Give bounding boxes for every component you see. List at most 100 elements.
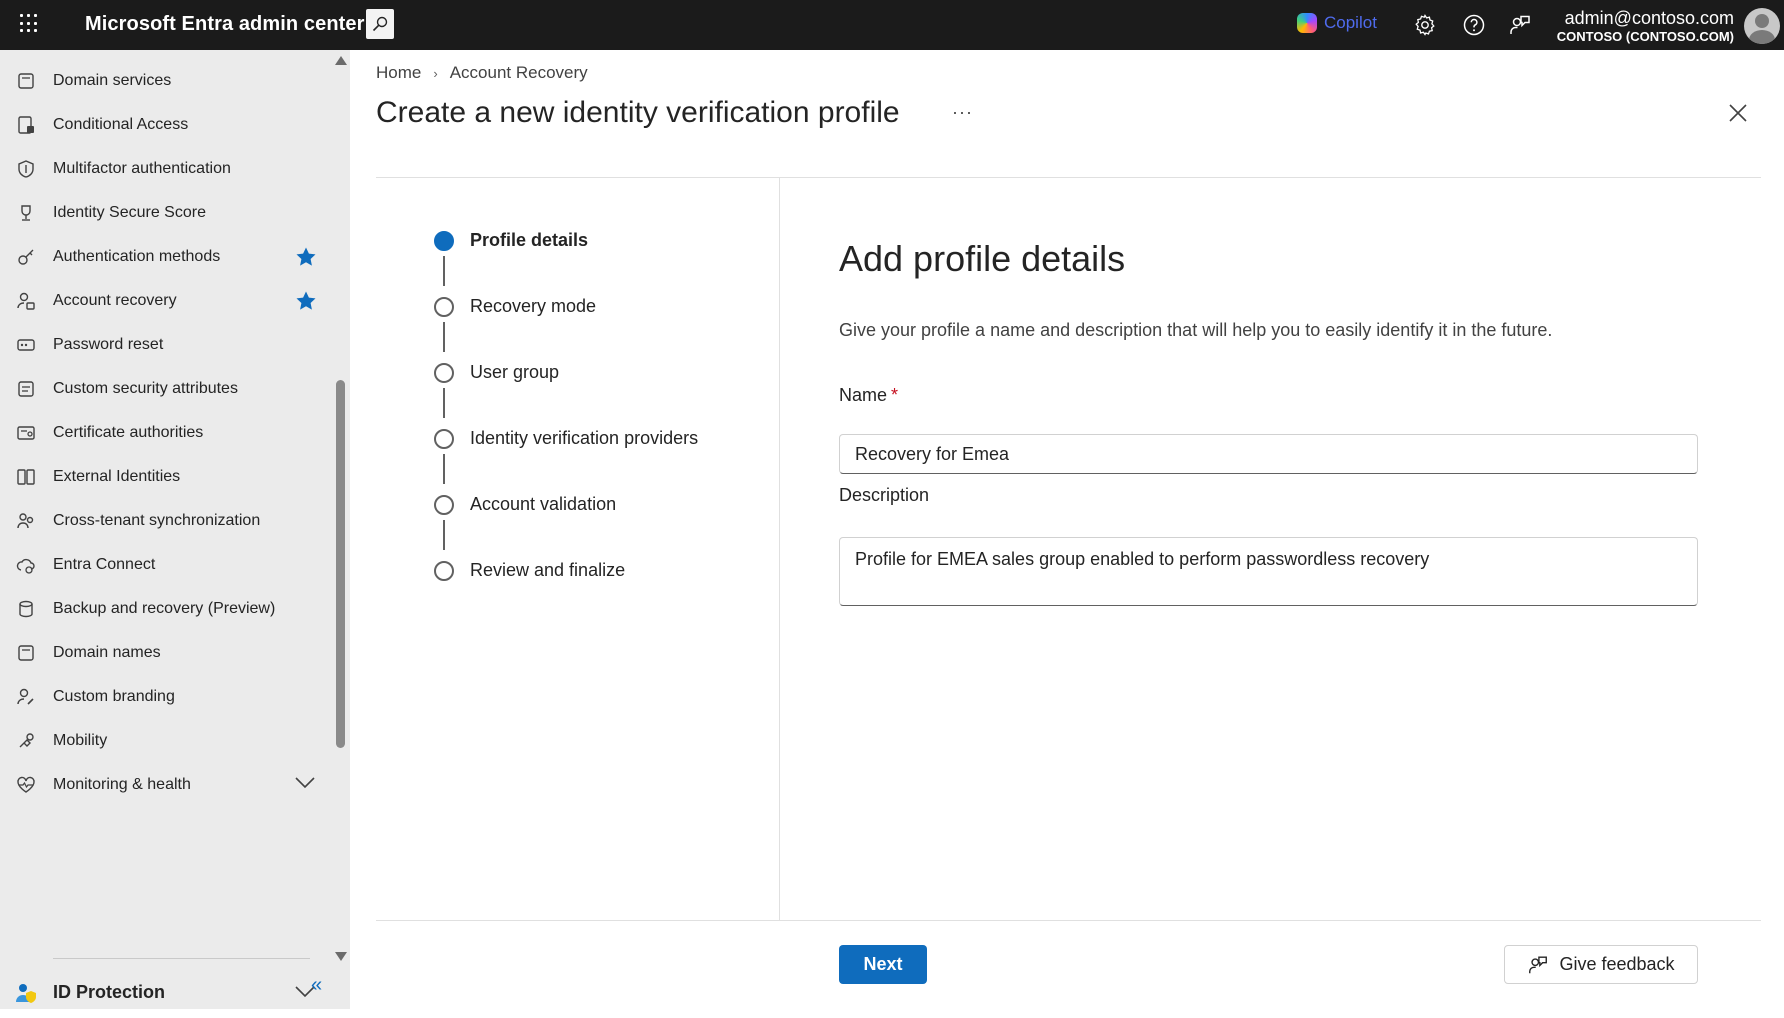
sidebar-item-multifactor-authentication[interactable]: Multifactor authentication	[0, 144, 330, 194]
sidebar-item-identity-secure-score[interactable]: Identity Secure Score	[0, 188, 330, 238]
id-protection-label: ID Protection	[53, 982, 166, 1002]
sidebar-item-label: Domain names	[53, 644, 161, 661]
conditional-access-icon	[18, 116, 34, 134]
step-connector	[443, 388, 445, 418]
footer-divider	[376, 920, 1761, 921]
sidebar-item-label: Account recovery	[53, 292, 177, 309]
app-launcher-icon[interactable]	[20, 14, 40, 34]
breadcrumb-account-recovery[interactable]: Account Recovery	[450, 63, 588, 83]
required-indicator: *	[891, 385, 899, 405]
search-button[interactable]	[366, 9, 394, 39]
sidebar-item-label: Conditional Access	[53, 116, 189, 133]
sidebar-item-label: Backup and recovery (Preview)	[53, 600, 276, 617]
settings-gear-icon[interactable]	[1413, 13, 1437, 37]
avatar[interactable]	[1744, 8, 1780, 44]
sidebar-item-label: Multifactor authentication	[53, 160, 231, 177]
app-title[interactable]: Microsoft Entra admin center	[85, 13, 365, 36]
name-label-text: Name	[839, 385, 888, 405]
scroll-up-arrow-icon[interactable]	[335, 56, 347, 65]
paint-person-icon	[17, 688, 34, 705]
scrollbar-thumb[interactable]	[336, 380, 345, 748]
scroll-down-arrow-icon[interactable]	[335, 952, 347, 961]
name-label: Name *	[839, 385, 898, 406]
trophy-icon	[21, 205, 31, 221]
domain-services-icon	[18, 73, 34, 89]
sidebar-item-label: Cross-tenant synchronization	[53, 512, 261, 529]
description-label: Description	[839, 485, 930, 505]
external-identities-icon	[17, 469, 35, 485]
sidebar-item-password-reset[interactable]: Password reset	[0, 320, 330, 370]
section-description: Give your profile a name and description…	[839, 320, 1553, 340]
sidebar-item-conditional-access[interactable]: Conditional Access	[0, 100, 330, 150]
copilot-button[interactable]: Copilot	[1297, 13, 1377, 33]
person-lock-icon	[17, 292, 35, 310]
sidebar-item-label: Identity Secure Score	[53, 204, 206, 221]
step-label: Review and finalize	[470, 560, 626, 580]
sidebar-item-certificate-authorities[interactable]: Certificate authorities	[0, 408, 330, 458]
step-label: Identity verification providers	[470, 428, 699, 448]
sidebar-item-authentication-methods[interactable]: Authentication methods	[0, 232, 330, 282]
sidebar-item-custom-security-attributes[interactable]: Custom security attributes	[0, 364, 330, 414]
sidebar-item-label: Mobility	[53, 732, 108, 749]
star-favorite-icon[interactable]	[295, 246, 317, 268]
breadcrumb-home[interactable]: Home	[376, 63, 421, 83]
sidebar-item-label: Authentication methods	[53, 248, 221, 265]
section-title: Add profile details	[839, 238, 1126, 279]
header-divider	[376, 177, 1761, 178]
name-input[interactable]: Recovery for Emea	[839, 434, 1698, 474]
description-textarea[interactable]: Profile for EMEA sales group enabled to …	[839, 537, 1698, 606]
sidebar-item-domain-services[interactable]: Domain services	[0, 56, 330, 106]
password-icon	[17, 339, 35, 351]
star-favorite-icon[interactable]	[295, 290, 317, 312]
step-connector	[443, 256, 445, 286]
sidebar-item-mobility[interactable]: Mobility	[0, 716, 330, 766]
sidebar-item-cross-tenant-synchronization[interactable]: Cross-tenant synchronization	[0, 496, 330, 546]
help-icon[interactable]	[1462, 13, 1486, 37]
step-indicator-icon	[434, 561, 454, 581]
sidebar-item-account-recovery[interactable]: Account recovery	[0, 276, 330, 326]
chevron-down-icon[interactable]	[295, 776, 315, 790]
top-bar: Microsoft Entra admin center Copilot adm…	[0, 0, 1784, 50]
sidebar-item-backup-and-recovery-preview[interactable]: Backup and recovery (Preview)	[0, 584, 330, 634]
step-connector	[443, 322, 445, 352]
sidebar-item-custom-branding[interactable]: Custom branding	[0, 672, 330, 722]
sidebar-section-id-protection[interactable]: ID Protection	[0, 968, 330, 1018]
sidebar-item-label: Certificate authorities	[53, 424, 204, 441]
copilot-icon	[1297, 13, 1317, 33]
attributes-icon	[18, 381, 34, 397]
breadcrumb: Home › Account Recovery	[376, 63, 588, 83]
step-indicator-icon	[434, 363, 454, 383]
step-label: User group	[470, 362, 560, 382]
step-indicator-icon	[434, 297, 454, 317]
more-options-icon[interactable]: ···	[952, 102, 973, 123]
next-button[interactable]: Next	[839, 945, 927, 984]
feedback-icon[interactable]	[1508, 13, 1532, 37]
sidebar-item-monitoring-health[interactable]: Monitoring & health	[0, 760, 330, 810]
step-connector	[443, 454, 445, 484]
sidebar-item-external-identities[interactable]: External Identities	[0, 452, 330, 502]
sidebar: Domain services Conditional Access Multifa…	[0, 50, 350, 1009]
step-label: Profile details	[470, 230, 589, 250]
account-email: admin@contoso.com	[1564, 8, 1734, 28]
sidebar-item-label: Domain services	[53, 72, 172, 89]
key-icon	[18, 249, 34, 265]
give-feedback-button[interactable]: Give feedback	[1504, 945, 1698, 984]
sidebar-item-label: Custom security attributes	[53, 380, 238, 397]
step-indicator-icon	[434, 231, 454, 251]
sidebar-item-domain-names[interactable]: Domain names	[0, 628, 330, 678]
cloud-sync-icon	[16, 558, 35, 574]
id-protection-icon	[16, 984, 36, 1003]
mobility-icon	[19, 733, 34, 748]
sidebar-item-label: Monitoring & health	[53, 776, 191, 793]
sidebar-item-entra-connect[interactable]: Entra Connect	[0, 540, 330, 590]
account-manager[interactable]: admin@contoso.com CONTOSO (CONTOSO.COM)	[1557, 6, 1734, 44]
step-indicator-icon	[434, 429, 454, 449]
collapse-sidebar-icon[interactable]: «	[311, 974, 322, 997]
step-indicator-icon	[434, 495, 454, 515]
people-sync-icon	[17, 513, 34, 529]
feedback-person-icon	[1529, 956, 1548, 973]
close-icon[interactable]	[1727, 102, 1749, 124]
domain-names-icon	[18, 645, 34, 661]
heart-pulse-icon	[17, 776, 35, 793]
step-label: Recovery mode	[470, 296, 597, 316]
